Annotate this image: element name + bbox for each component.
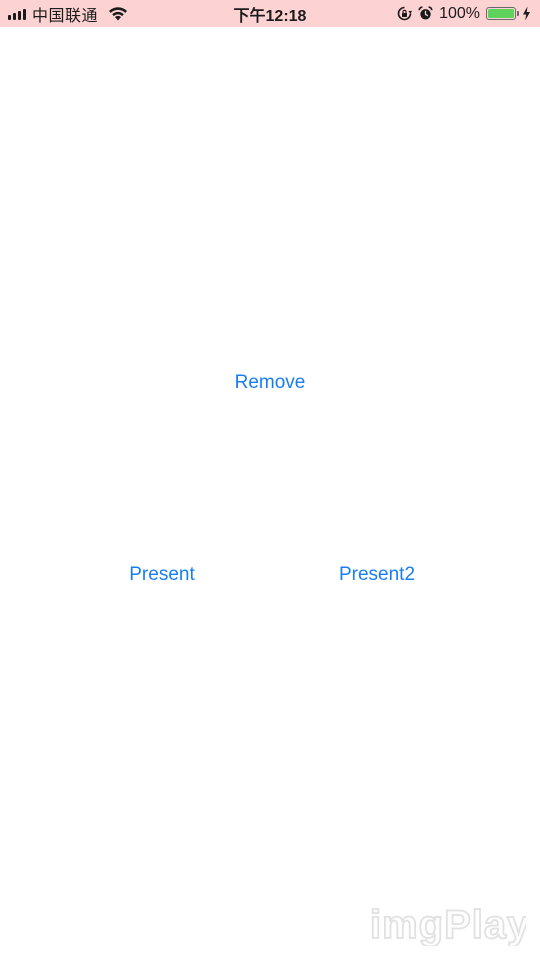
imgplay-watermark-logo: imgPlay	[370, 902, 526, 946]
remove-button[interactable]: Remove	[0, 372, 540, 394]
battery-cap	[517, 11, 519, 16]
status-right: 100%	[397, 0, 531, 27]
battery-icon	[486, 7, 519, 20]
charging-bolt-icon	[523, 6, 530, 21]
battery-percent: 100%	[439, 4, 480, 22]
alarm-icon	[418, 6, 433, 20]
rotation-lock-icon	[397, 6, 413, 21]
svg-text:imgPlay: imgPlay	[370, 903, 526, 946]
present-button[interactable]: Present	[112, 564, 212, 586]
battery-fill	[488, 9, 514, 18]
present2-button[interactable]: Present2	[327, 564, 427, 586]
app-screen: 中国联通 下午12:18 100% Remove Present Present…	[0, 0, 540, 960]
status-bar: 中国联通 下午12:18 100%	[0, 0, 540, 27]
